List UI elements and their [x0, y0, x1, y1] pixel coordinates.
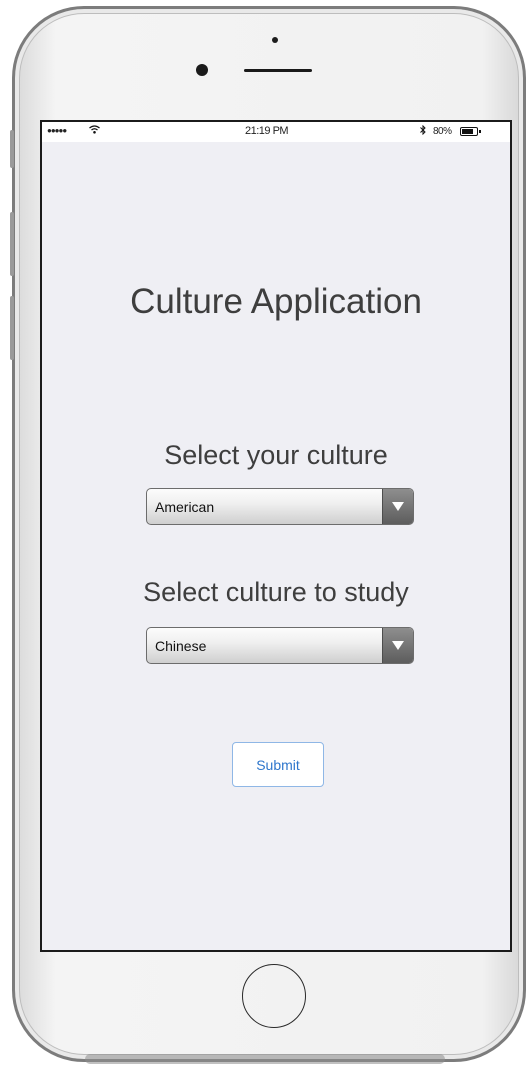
home-button[interactable]: [242, 964, 306, 1028]
proximity-sensor: [272, 37, 278, 43]
chevron-down-icon[interactable]: [382, 489, 413, 524]
phone-shadow: [85, 1054, 445, 1064]
your-culture-label: Select your culture: [164, 440, 388, 470]
phone-screen: ●●●●● 21:19 PM 80% Culture Application S…: [40, 120, 512, 952]
bluetooth-icon: [420, 124, 426, 138]
status-bar: ●●●●● 21:19 PM 80%: [42, 122, 510, 142]
battery-percent: 80%: [433, 126, 452, 137]
volume-down-button: [10, 296, 14, 360]
signal-icon: ●●●●●: [47, 126, 67, 135]
status-time: 21:19 PM: [245, 125, 289, 137]
volume-up-button: [10, 212, 14, 276]
study-culture-label: Select culture to study: [143, 577, 409, 607]
submit-button[interactable]: Submit: [232, 742, 324, 787]
earpiece-speaker: [244, 69, 312, 72]
battery-icon: [460, 127, 481, 136]
chevron-down-icon[interactable]: [382, 628, 413, 663]
wifi-icon: [89, 125, 100, 137]
mute-switch: [10, 130, 14, 168]
your-culture-select[interactable]: American: [146, 488, 414, 525]
front-camera: [196, 64, 208, 76]
your-culture-value: American: [155, 499, 215, 515]
study-culture-select[interactable]: Chinese: [146, 627, 414, 664]
study-culture-value: Chinese: [155, 638, 207, 654]
page-title: Culture Application: [130, 282, 422, 321]
